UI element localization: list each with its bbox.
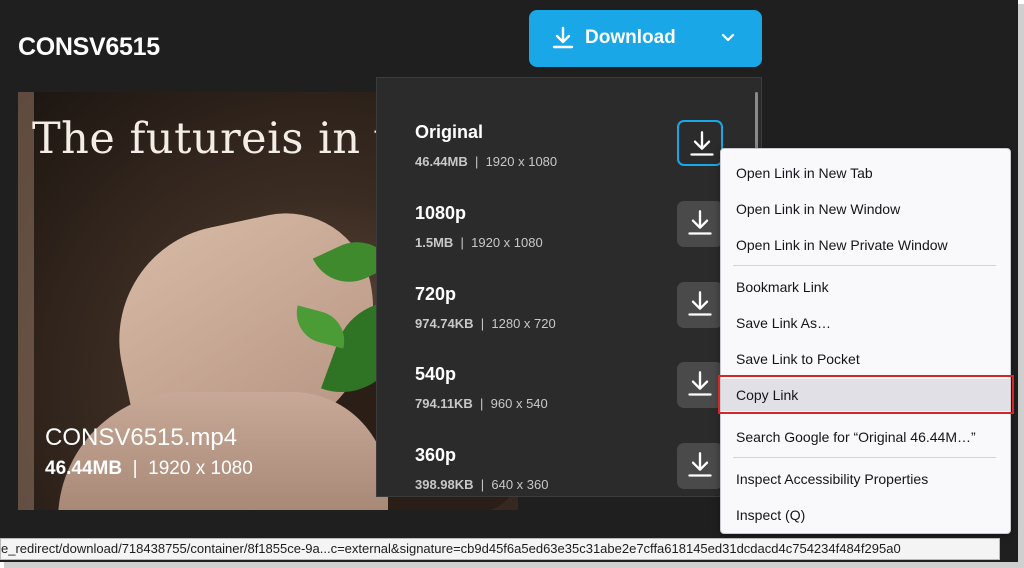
download-button[interactable]: Download: [529, 10, 762, 67]
menu-item-search-google[interactable]: Search Google for “Original 46.44M…”: [721, 421, 1010, 453]
context-menu: Open Link in New Tab Open Link in New Wi…: [720, 148, 1011, 534]
menu-item-open-new-window[interactable]: Open Link in New Window: [721, 193, 1010, 225]
file-name: CONSV6515.mp4: [45, 424, 238, 451]
download-icon: [552, 26, 574, 49]
quality-download-button[interactable]: [677, 362, 723, 408]
download-icon: [688, 371, 712, 396]
menu-item-inspect-accessibility[interactable]: Inspect Accessibility Properties: [721, 463, 1010, 495]
menu-item-save-link-as[interactable]: Save Link As…: [721, 307, 1010, 339]
file-resolution: 1920 x 1080: [148, 458, 253, 479]
download-icon: [688, 291, 712, 316]
file-meta: 46.44MB | 1920 x 1080: [45, 458, 253, 479]
quality-download-button[interactable]: [677, 282, 723, 328]
menu-separator: [733, 457, 996, 458]
menu-item-bookmark-link[interactable]: Bookmark Link: [721, 271, 1010, 303]
highlight-annotation: [718, 375, 1014, 414]
menu-item-inspect[interactable]: Inspect (Q): [721, 499, 1010, 531]
quality-option[interactable]: Original 46.44MB | 1920 x 1080: [377, 120, 747, 202]
download-icon: [688, 210, 712, 235]
status-bar-url: e_redirect/download/718438755/container/…: [0, 538, 1000, 560]
video-tagline: The futureis in y: [32, 114, 400, 164]
quality-download-button[interactable]: [677, 201, 723, 247]
download-icon: [688, 452, 712, 477]
quality-dropdown-panel: Original 46.44MB | 1920 x 1080 1080p 1.5…: [376, 77, 762, 497]
chevron-down-icon[interactable]: [720, 32, 736, 44]
download-icon: [690, 131, 714, 156]
menu-item-open-private-window[interactable]: Open Link in New Private Window: [721, 229, 1010, 261]
page-title: CONSV6515: [18, 33, 160, 61]
quality-option[interactable]: 360p 398.98KB | 640 x 360: [377, 443, 747, 496]
quality-option[interactable]: 540p 794.11KB | 960 x 540: [377, 362, 747, 444]
quality-download-button[interactable]: [677, 120, 723, 166]
menu-separator: [733, 265, 996, 266]
menu-item-open-new-tab[interactable]: Open Link in New Tab: [721, 157, 1010, 189]
quality-download-button[interactable]: [677, 443, 723, 489]
download-button-label: Download: [585, 27, 676, 48]
quality-option[interactable]: 720p 974.74KB | 1280 x 720: [377, 282, 747, 364]
quality-option[interactable]: 1080p 1.5MB | 1920 x 1080: [377, 201, 747, 283]
menu-item-save-to-pocket[interactable]: Save Link to Pocket: [721, 343, 1010, 375]
file-size: 46.44MB: [45, 458, 123, 479]
